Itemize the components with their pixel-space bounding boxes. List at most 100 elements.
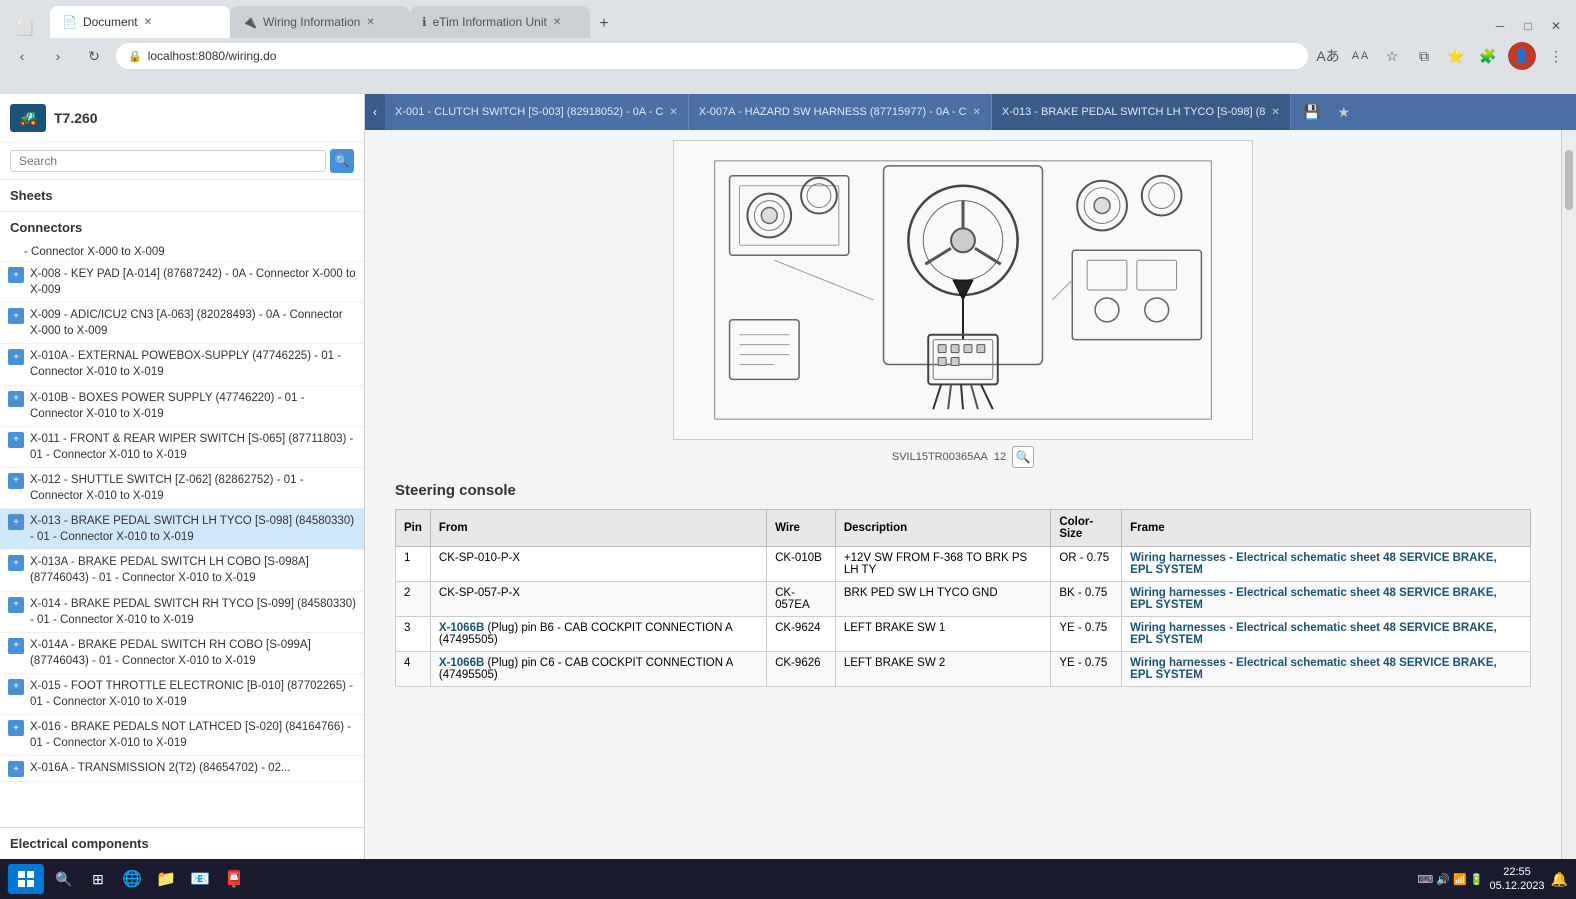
table-row: 3 X-1066B (Plug) pin B6 - CAB COCKPIT CO…	[396, 617, 1531, 652]
save-doc-button[interactable]: 💾	[1299, 99, 1325, 125]
taskbar-datetime: 22:55 05.12.2023	[1490, 865, 1545, 894]
taskbar-browser[interactable]: 🌐	[118, 865, 146, 893]
list-item[interactable]: + X-016A - TRANSMISSION 2(T2) (84654702)…	[0, 756, 364, 782]
maximize-button[interactable]: □	[1516, 14, 1540, 38]
cell-pin: 1	[396, 547, 431, 582]
doc-tab-x013-close[interactable]: ✕	[1271, 107, 1279, 118]
doc-tab-x007a-label: X-007A - HAZARD SW HARNESS (87715977) - …	[699, 106, 967, 118]
minimize-button[interactable]: ─	[1488, 14, 1512, 38]
notification-icon[interactable]: 🔔	[1551, 871, 1568, 888]
expand-icon[interactable]: +	[8, 720, 24, 736]
tab-document[interactable]: 📄 Document ✕	[50, 6, 230, 38]
list-item[interactable]: + X-012 - SHUTTLE SWITCH [Z-062] (828627…	[0, 468, 364, 509]
taskbar-explorer[interactable]: 📁	[152, 865, 180, 893]
table-row: 2 CK-SP-057-P-X CK-057EA BRK PED SW LH T…	[396, 582, 1531, 617]
start-button[interactable]	[8, 864, 44, 894]
list-item[interactable]: + X-016 - BRAKE PEDALS NOT LATHCED [S-02…	[0, 715, 364, 756]
forward-button[interactable]: ›	[44, 42, 72, 70]
zoom-button[interactable]: 🔍	[1012, 446, 1034, 468]
expand-icon[interactable]: +	[8, 514, 24, 530]
translate-icon[interactable]: Aあ	[1316, 44, 1340, 68]
doc-tab-x007a[interactable]: X-007A - HAZARD SW HARNESS (87715977) - …	[689, 94, 992, 130]
list-item[interactable]: + X-015 - FOOT THROTTLE ELECTRONIC [B-01…	[0, 674, 364, 715]
tab-etim[interactable]: ℹ eTim Information Unit ✕	[410, 6, 590, 38]
cell-pin: 3	[396, 617, 431, 652]
close-button[interactable]: ✕	[1544, 14, 1568, 38]
expand-icon[interactable]: +	[8, 679, 24, 695]
expand-icon[interactable]: +	[8, 432, 24, 448]
taskbar-icons-area: ⌨ 🔊 📶 🔋	[1417, 873, 1483, 886]
tab-wiring-close[interactable]: ✕	[366, 17, 374, 28]
expand-icon[interactable]: +	[8, 555, 24, 571]
doc-tab-x001-close[interactable]: ✕	[669, 107, 677, 118]
expand-icon[interactable]: +	[8, 391, 24, 407]
taskbar-search[interactable]: 🔍	[50, 865, 78, 893]
from-link[interactable]: X-1066B	[439, 622, 484, 634]
tab-document-favicon: 📄	[62, 15, 77, 29]
cell-wire: CK-010B	[767, 547, 836, 582]
section-title: Steering console	[395, 482, 516, 499]
splitscreen-icon[interactable]: ⧉	[1412, 44, 1436, 68]
cell-description: LEFT BRAKE SW 1	[835, 617, 1050, 652]
list-item[interactable]: + X-010B - BOXES POWER SUPPLY (47746220)…	[0, 386, 364, 427]
taskbar-app2[interactable]: 📮	[220, 865, 248, 893]
sheets-label: Sheets	[0, 180, 364, 212]
back-button[interactable]: ‹	[8, 42, 36, 70]
connectors-label: Connectors	[0, 212, 364, 243]
tab-wiring[interactable]: 🔌 Wiring Information ✕	[230, 6, 410, 38]
tab-wiring-favicon: 🔌	[242, 15, 257, 29]
list-item-active[interactable]: + X-013 - BRAKE PEDAL SWITCH LH TYCO [S-…	[0, 509, 364, 550]
new-tab-button[interactable]: ⬜	[15, 18, 35, 38]
sidebar-collapse-button[interactable]: ‹	[365, 94, 385, 130]
expand-icon[interactable]: +	[8, 473, 24, 489]
list-item[interactable]: - Connector X-000 to X-009	[0, 243, 364, 262]
list-item[interactable]: + X-009 - ADIC/ICU2 CN3 [A-063] (8202849…	[0, 303, 364, 344]
search-input[interactable]	[10, 150, 326, 172]
tab-document-close[interactable]: ✕	[144, 17, 152, 28]
new-tab-icon[interactable]: +	[590, 10, 618, 38]
pin-doc-button[interactable]: ★	[1331, 99, 1357, 125]
expand-icon[interactable]: +	[8, 349, 24, 365]
frame-link[interactable]: Wiring harnesses - Electrical schematic …	[1130, 552, 1497, 576]
expand-icon[interactable]: +	[8, 267, 24, 283]
zoom-icon[interactable]: A A	[1348, 44, 1372, 68]
browser-menu-icon[interactable]: ⋮	[1544, 44, 1568, 68]
table-row: 4 X-1066B (Plug) pin C6 - CAB COCKPIT CO…	[396, 652, 1531, 687]
expand-icon[interactable]: +	[8, 638, 24, 654]
url-text[interactable]: localhost:8080/wiring.do	[148, 49, 1296, 63]
expand-icon[interactable]: +	[8, 597, 24, 613]
profile-icon[interactable]: 👤	[1508, 42, 1536, 70]
lock-icon: 🔒	[128, 50, 142, 63]
bookmark-icon[interactable]: ☆	[1380, 44, 1404, 68]
cell-wire: CK-057EA	[767, 582, 836, 617]
tab-etim-close[interactable]: ✕	[553, 17, 561, 28]
refresh-button[interactable]: ↻	[80, 42, 108, 70]
connector-table: Pin From Wire Description Color-Size Fra…	[395, 509, 1531, 687]
cell-from: CK-SP-057-P-X	[430, 582, 766, 617]
list-item[interactable]: + X-014A - BRAKE PEDAL SWITCH RH COBO [S…	[0, 633, 364, 674]
expand-icon[interactable]: +	[8, 761, 24, 777]
frame-link[interactable]: Wiring harnesses - Electrical schematic …	[1130, 587, 1497, 611]
list-item[interactable]: + X-011 - FRONT & REAR WIPER SWITCH [S-0…	[0, 427, 364, 468]
search-button[interactable]: 🔍	[330, 149, 354, 173]
tab-etim-favicon: ℹ	[422, 15, 427, 29]
frame-link[interactable]: Wiring harnesses - Electrical schematic …	[1130, 622, 1497, 646]
list-item[interactable]: + X-014 - BRAKE PEDAL SWITCH RH TYCO [S-…	[0, 592, 364, 633]
expand-icon[interactable]: +	[8, 308, 24, 324]
right-scrollbar[interactable]	[1561, 130, 1576, 859]
list-item[interactable]: + X-010A - EXTERNAL POWEBOX-SUPPLY (4774…	[0, 344, 364, 385]
from-link[interactable]: X-1066B	[439, 657, 484, 669]
collections-icon[interactable]: ⭐	[1444, 44, 1468, 68]
doc-tab-x013-label: X-013 - BRAKE PEDAL SWITCH LH TYCO [S-09…	[1002, 106, 1265, 118]
doc-tab-x013[interactable]: X-013 - BRAKE PEDAL SWITCH LH TYCO [S-09…	[992, 94, 1291, 130]
doc-tab-x007a-close[interactable]: ✕	[973, 107, 981, 118]
doc-tab-x001[interactable]: X-001 - CLUTCH SWITCH [S-003] (82918052)…	[385, 94, 689, 130]
frame-link[interactable]: Wiring harnesses - Electrical schematic …	[1130, 657, 1497, 681]
extension-icon[interactable]: 🧩	[1476, 44, 1500, 68]
cell-description: LEFT BRAKE SW 2	[835, 652, 1050, 687]
taskbar-task-view[interactable]: ⊞	[84, 865, 112, 893]
list-item[interactable]: + X-008 - KEY PAD [A-014] (87687242) - 0…	[0, 262, 364, 303]
table-row: 1 CK-SP-010-P-X CK-010B +12V SW FROM F-3…	[396, 547, 1531, 582]
list-item[interactable]: + X-013A - BRAKE PEDAL SWITCH LH COBO [S…	[0, 550, 364, 591]
taskbar-app1[interactable]: 📧	[186, 865, 214, 893]
